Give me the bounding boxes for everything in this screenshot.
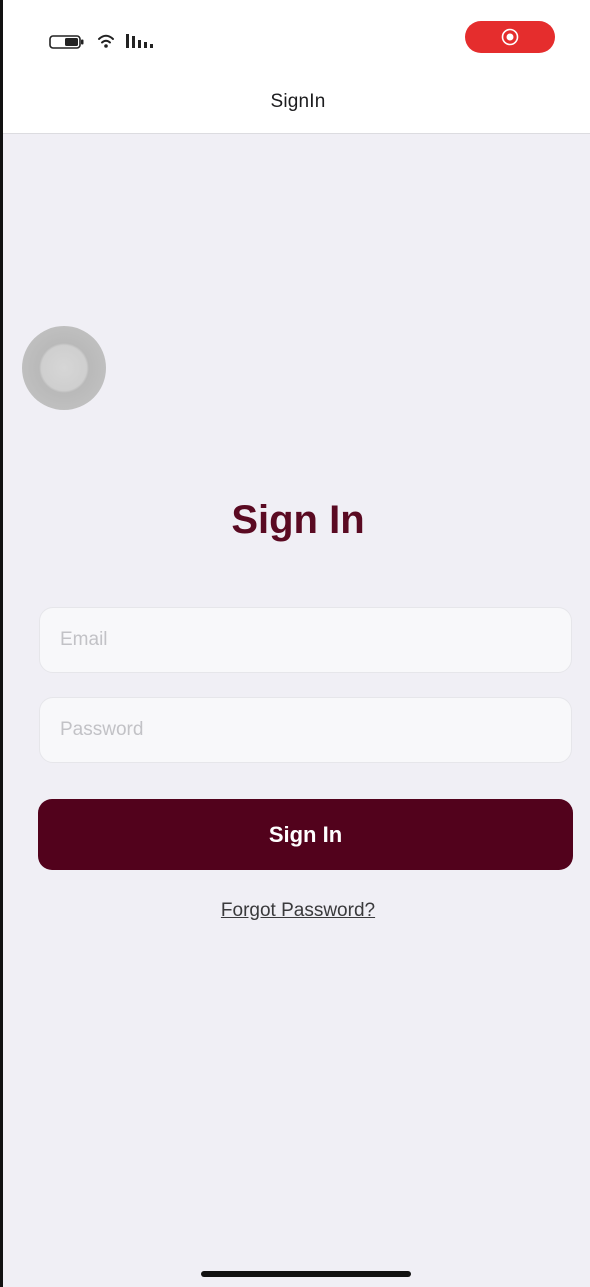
password-field[interactable] (39, 697, 572, 763)
page-title: Sign In (231, 498, 365, 542)
assistive-touch-icon[interactable] (22, 326, 106, 410)
app-screen: SignIn Sign In Sign In Forgot Password? (0, 0, 590, 1287)
wifi-icon (98, 34, 114, 48)
nav-title: SignIn (270, 90, 326, 112)
screen-record-icon (501, 28, 519, 46)
email-field[interactable] (39, 607, 572, 673)
navigation-bar: SignIn (3, 72, 590, 134)
forgot-password-link[interactable]: Forgot Password? (3, 900, 590, 922)
screen-record-indicator[interactable] (465, 21, 555, 53)
home-indicator[interactable] (201, 1271, 411, 1277)
sign-in-button[interactable]: Sign In (38, 799, 573, 870)
signal-icon (126, 34, 153, 48)
battery-icon (49, 35, 84, 49)
status-bar (3, 0, 590, 72)
